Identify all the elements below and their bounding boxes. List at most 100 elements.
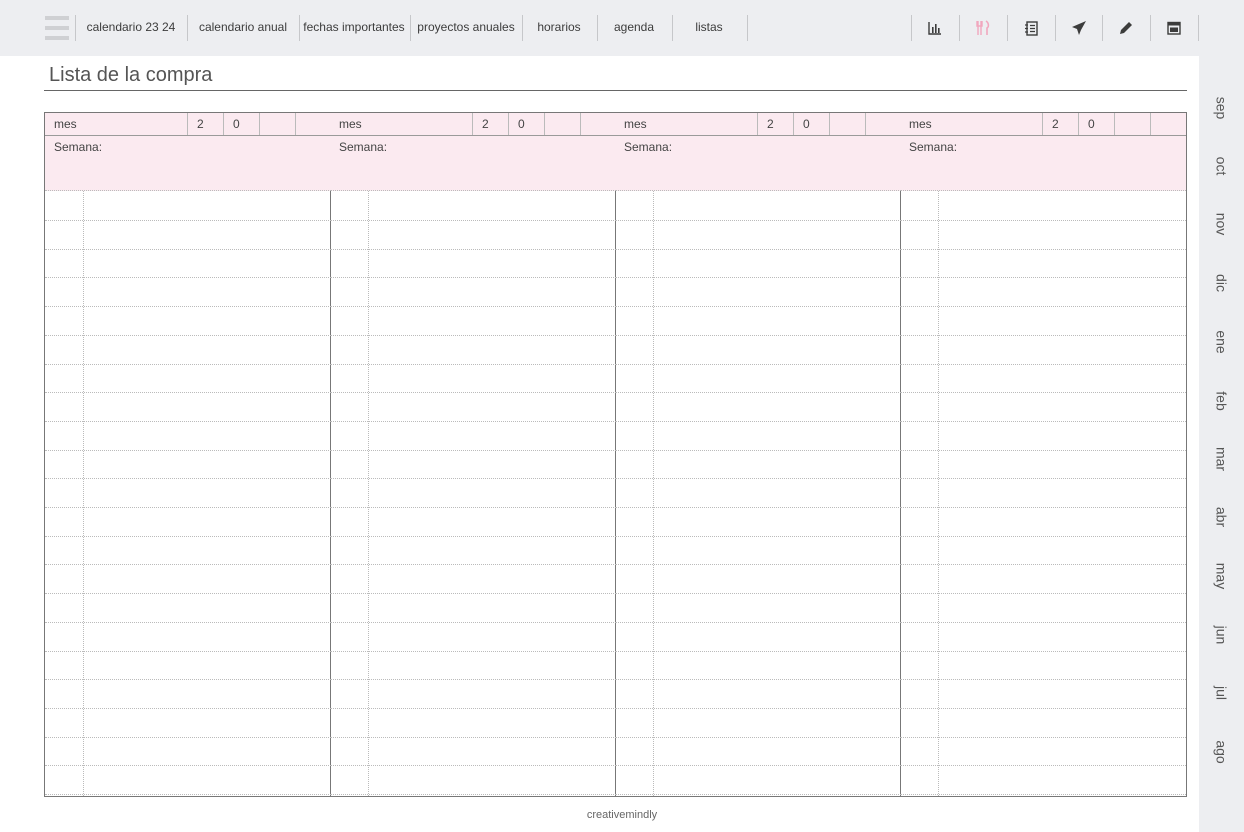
list-line[interactable] <box>900 564 1186 566</box>
list-line[interactable] <box>615 277 901 279</box>
tab-agenda[interactable]: agenda <box>600 0 668 56</box>
list-line[interactable] <box>900 650 1186 652</box>
year-digit-cell[interactable] <box>865 113 901 135</box>
list-line[interactable] <box>45 334 331 336</box>
tab-calendario-23-24[interactable]: calendario 23 24 <box>80 0 182 56</box>
year-digit-cell[interactable]: 0 <box>508 113 544 135</box>
month-tab-feb[interactable]: feb <box>1210 379 1234 424</box>
pencil-icon[interactable] <box>1103 15 1149 41</box>
month-tab-dic[interactable]: dic <box>1210 261 1234 306</box>
list-line[interactable] <box>45 392 331 394</box>
year-digit-cell[interactable]: 0 <box>793 113 829 135</box>
list-line[interactable] <box>45 220 331 221</box>
list-line[interactable] <box>900 334 1186 336</box>
list-line[interactable] <box>900 707 1186 709</box>
list-line[interactable] <box>330 736 616 738</box>
tab-listas[interactable]: listas <box>676 0 742 56</box>
list-line[interactable] <box>615 535 901 537</box>
list-line[interactable] <box>900 593 1186 595</box>
bar-chart-icon[interactable] <box>912 15 958 41</box>
list-line[interactable] <box>45 564 331 566</box>
list-line[interactable] <box>900 248 1186 250</box>
hamburger-menu-icon[interactable] <box>45 16 69 40</box>
list-line[interactable] <box>330 392 616 394</box>
month-tab-jul[interactable]: jul <box>1210 671 1234 716</box>
year-digit-cell[interactable]: 0 <box>223 113 259 135</box>
list-line[interactable] <box>615 334 901 336</box>
list-line[interactable] <box>330 621 616 623</box>
list-line[interactable] <box>45 535 331 537</box>
month-tab-abr[interactable]: abr <box>1210 495 1234 540</box>
list-line[interactable] <box>615 392 901 394</box>
list-line[interactable] <box>615 507 901 508</box>
list-line[interactable] <box>900 507 1186 508</box>
list-line[interactable] <box>615 765 901 767</box>
list-line[interactable] <box>45 507 331 508</box>
list-line[interactable] <box>45 650 331 652</box>
list-line[interactable] <box>615 794 901 795</box>
month-field[interactable]: mes <box>54 113 77 136</box>
year-digit-cell[interactable]: 2 <box>472 113 508 135</box>
list-line[interactable] <box>330 593 616 595</box>
list-line[interactable] <box>330 679 616 681</box>
month-tab-ene[interactable]: ene <box>1210 320 1234 365</box>
week-field[interactable]: Semana: <box>900 136 1186 191</box>
list-line[interactable] <box>45 420 331 422</box>
list-line[interactable] <box>45 306 331 308</box>
list-line[interactable] <box>615 478 901 480</box>
list-line[interactable] <box>900 306 1186 308</box>
list-line[interactable] <box>615 621 901 623</box>
year-digit-cell[interactable]: 0 <box>1078 113 1114 135</box>
list-line[interactable] <box>900 392 1186 394</box>
list-line[interactable] <box>45 363 331 365</box>
year-digit-cell[interactable] <box>1150 113 1186 135</box>
year-digit-cell[interactable] <box>295 113 331 135</box>
list-line[interactable] <box>330 363 616 365</box>
month-tab-sep[interactable]: sep <box>1210 86 1234 131</box>
list-line[interactable] <box>330 420 616 422</box>
list-line[interactable] <box>615 593 901 595</box>
year-digit-cell[interactable]: 2 <box>187 113 223 135</box>
list-line[interactable] <box>900 363 1186 365</box>
list-line[interactable] <box>330 794 616 795</box>
list-line[interactable] <box>615 707 901 709</box>
month-tab-oct[interactable]: oct <box>1210 144 1234 189</box>
list-line[interactable] <box>615 248 901 250</box>
month-field[interactable]: mes <box>909 113 932 136</box>
airplane-icon[interactable] <box>1056 15 1102 41</box>
list-line[interactable] <box>45 765 331 767</box>
list-line[interactable] <box>615 363 901 365</box>
month-tab-jun[interactable]: jun <box>1210 613 1234 658</box>
year-digit-cell[interactable] <box>580 113 616 135</box>
list-line[interactable] <box>900 449 1186 451</box>
list-line[interactable] <box>330 277 616 279</box>
tab-fechas-importantes[interactable]: fechas importantes <box>301 0 407 56</box>
list-line[interactable] <box>900 535 1186 537</box>
list-line[interactable] <box>330 650 616 652</box>
cutlery-icon[interactable] <box>960 15 1006 41</box>
list-line[interactable] <box>615 420 901 422</box>
list-line[interactable] <box>900 765 1186 767</box>
list-line[interactable] <box>45 449 331 451</box>
year-digit-cell[interactable] <box>829 113 865 135</box>
tab-proyectos-anuales[interactable]: proyectos anuales <box>414 0 518 56</box>
list-line[interactable] <box>45 478 331 480</box>
month-tab-may[interactable]: may <box>1210 554 1234 599</box>
year-digit-cell[interactable]: 2 <box>1042 113 1078 135</box>
list-line[interactable] <box>330 478 616 480</box>
list-line[interactable] <box>330 535 616 537</box>
list-line[interactable] <box>330 449 616 451</box>
list-line[interactable] <box>900 794 1186 795</box>
list-line[interactable] <box>330 765 616 767</box>
list-line[interactable] <box>900 220 1186 221</box>
week-field[interactable]: Semana: <box>45 136 331 191</box>
tab-calendario-anual[interactable]: calendario anual <box>192 0 294 56</box>
week-field[interactable]: Semana: <box>615 136 901 191</box>
list-line[interactable] <box>330 564 616 566</box>
list-line[interactable] <box>615 306 901 308</box>
month-field[interactable]: mes <box>624 113 647 136</box>
list-line[interactable] <box>900 478 1186 480</box>
list-line[interactable] <box>900 420 1186 422</box>
month-field[interactable]: mes <box>339 113 362 136</box>
list-line[interactable] <box>45 736 331 738</box>
